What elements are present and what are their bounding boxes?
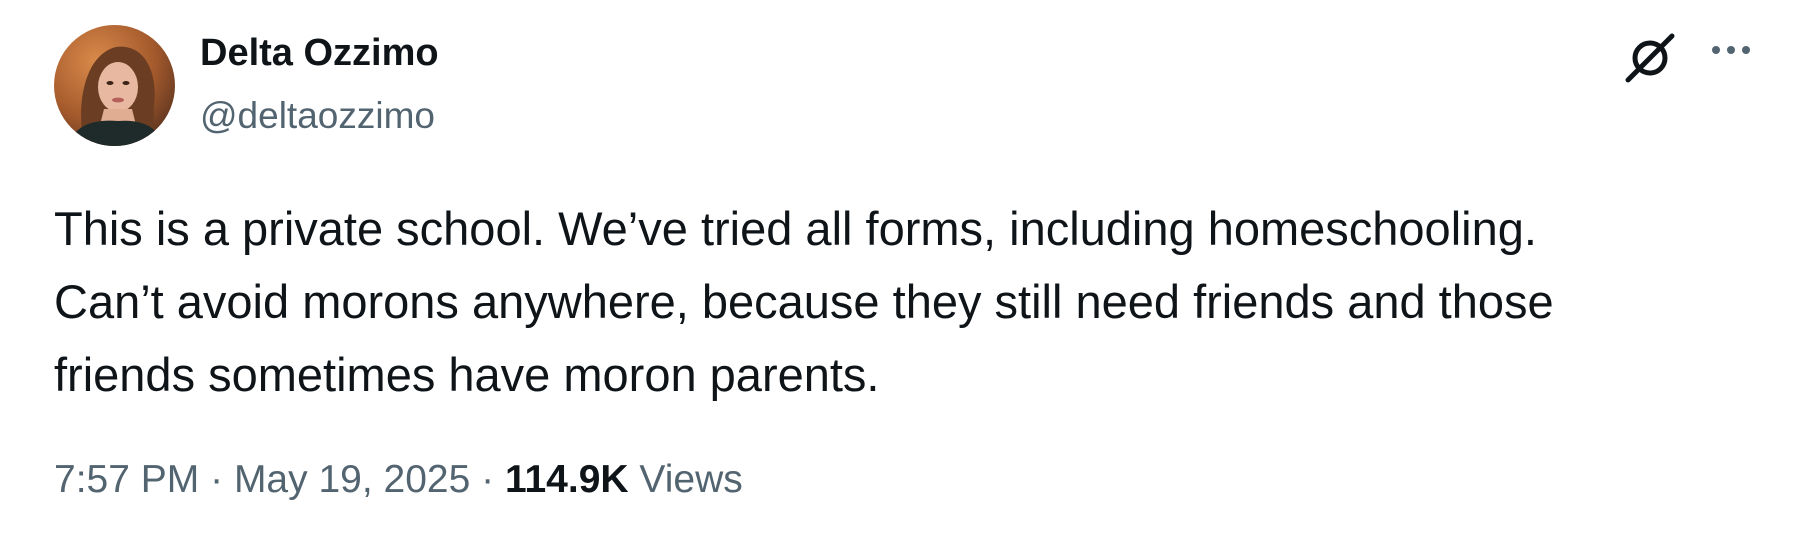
- tweet-meta: 7:57 PM · May 19, 2025 · 114.9K Views: [54, 458, 743, 502]
- more-horizontal-icon[interactable]: [1708, 37, 1754, 73]
- tweet-date[interactable]: May 19, 2025: [234, 458, 470, 501]
- profile-photo-icon: [54, 25, 175, 146]
- tweet-text: This is a private school. We’ve tried al…: [54, 202, 1554, 401]
- views-label: Views: [639, 458, 743, 501]
- tweet-time[interactable]: 7:57 PM: [54, 458, 199, 501]
- grok-icon[interactable]: [1622, 30, 1678, 86]
- views-count: 114.9K: [504, 458, 629, 501]
- tweet-card: Delta Ozzimo @deltaozzimo This is a priv…: [0, 0, 1800, 542]
- meta-separator: ·: [210, 458, 224, 501]
- author-handle[interactable]: @deltaozzimo: [200, 95, 435, 137]
- author-display-name[interactable]: Delta Ozzimo: [200, 32, 439, 75]
- avatar[interactable]: [54, 25, 175, 146]
- meta-separator: ·: [481, 458, 495, 501]
